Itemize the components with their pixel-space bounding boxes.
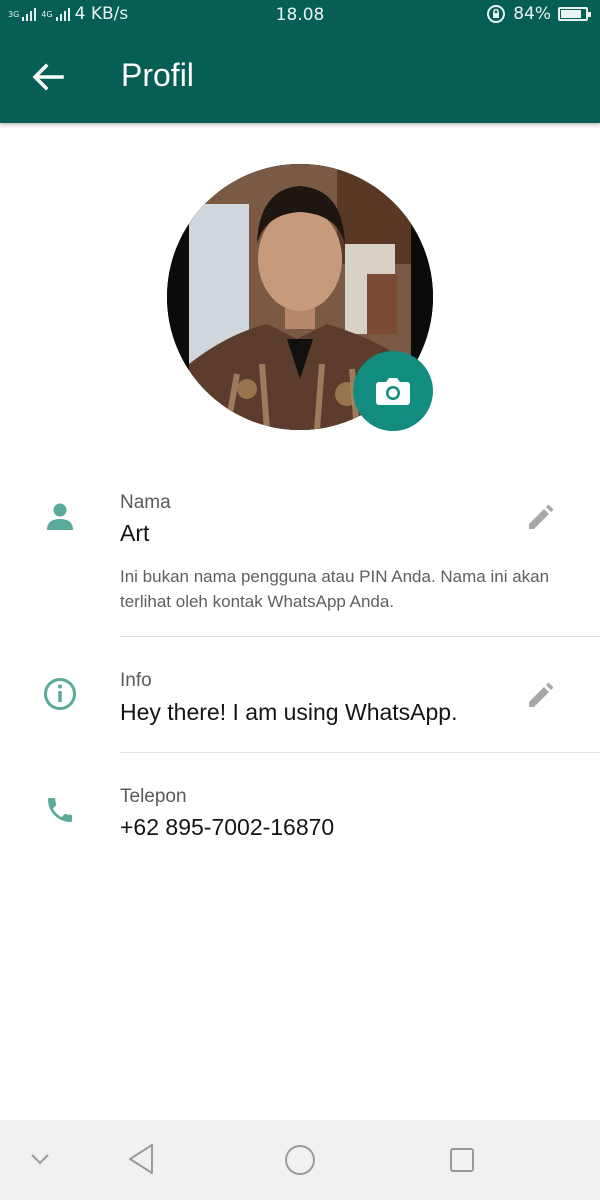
info-value: Hey there! I am using WhatsApp. — [120, 699, 458, 725]
status-bar: 3G 4G 4 KB/s 18.08 84% — [0, 0, 600, 30]
recents-square-icon — [450, 1148, 474, 1172]
phone-value: +62 895-7002-16870 — [120, 814, 335, 840]
nav-home-button[interactable] — [284, 1144, 316, 1181]
home-circle-icon — [285, 1145, 315, 1175]
name-label: Nama — [120, 492, 171, 513]
info-row-icon-wrap — [43, 677, 77, 716]
divider — [120, 636, 600, 637]
phone-row-icon-wrap — [44, 794, 76, 831]
change-photo-button[interactable] — [353, 351, 433, 431]
arrow-back-icon — [32, 63, 64, 91]
nav-recents-button[interactable] — [448, 1146, 476, 1179]
chevron-down-icon — [31, 1154, 49, 1165]
battery-fill — [561, 10, 581, 18]
hide-nav-button[interactable] — [28, 1147, 52, 1176]
app-bar: Profil — [0, 30, 600, 123]
back-triangle-icon — [129, 1144, 153, 1174]
info-icon — [44, 678, 76, 710]
phone-label: Telepon — [120, 786, 187, 807]
battery-icon — [558, 7, 591, 21]
phone-icon — [48, 798, 72, 822]
system-nav-bar — [0, 1120, 600, 1200]
status-right: 84% — [486, 4, 591, 24]
rotation-lock-icon — [487, 5, 506, 23]
back-button[interactable] — [26, 56, 68, 98]
divider — [120, 752, 600, 753]
battery-percent: 84% — [513, 4, 551, 24]
page-title: Profil — [121, 57, 194, 93]
pencil-icon — [529, 682, 554, 707]
nav-back-button[interactable] — [126, 1142, 156, 1181]
camera-icon — [376, 378, 410, 405]
edit-info-button[interactable] — [520, 676, 560, 716]
name-hint: Ini bukan nama pengguna atau PIN Anda. N… — [120, 567, 550, 611]
pencil-icon — [529, 504, 554, 529]
name-row-icon-wrap — [44, 500, 76, 537]
edit-name-button[interactable] — [520, 498, 560, 538]
person-icon — [47, 503, 73, 530]
name-value: Art — [120, 520, 150, 546]
info-label: Info — [120, 670, 152, 691]
